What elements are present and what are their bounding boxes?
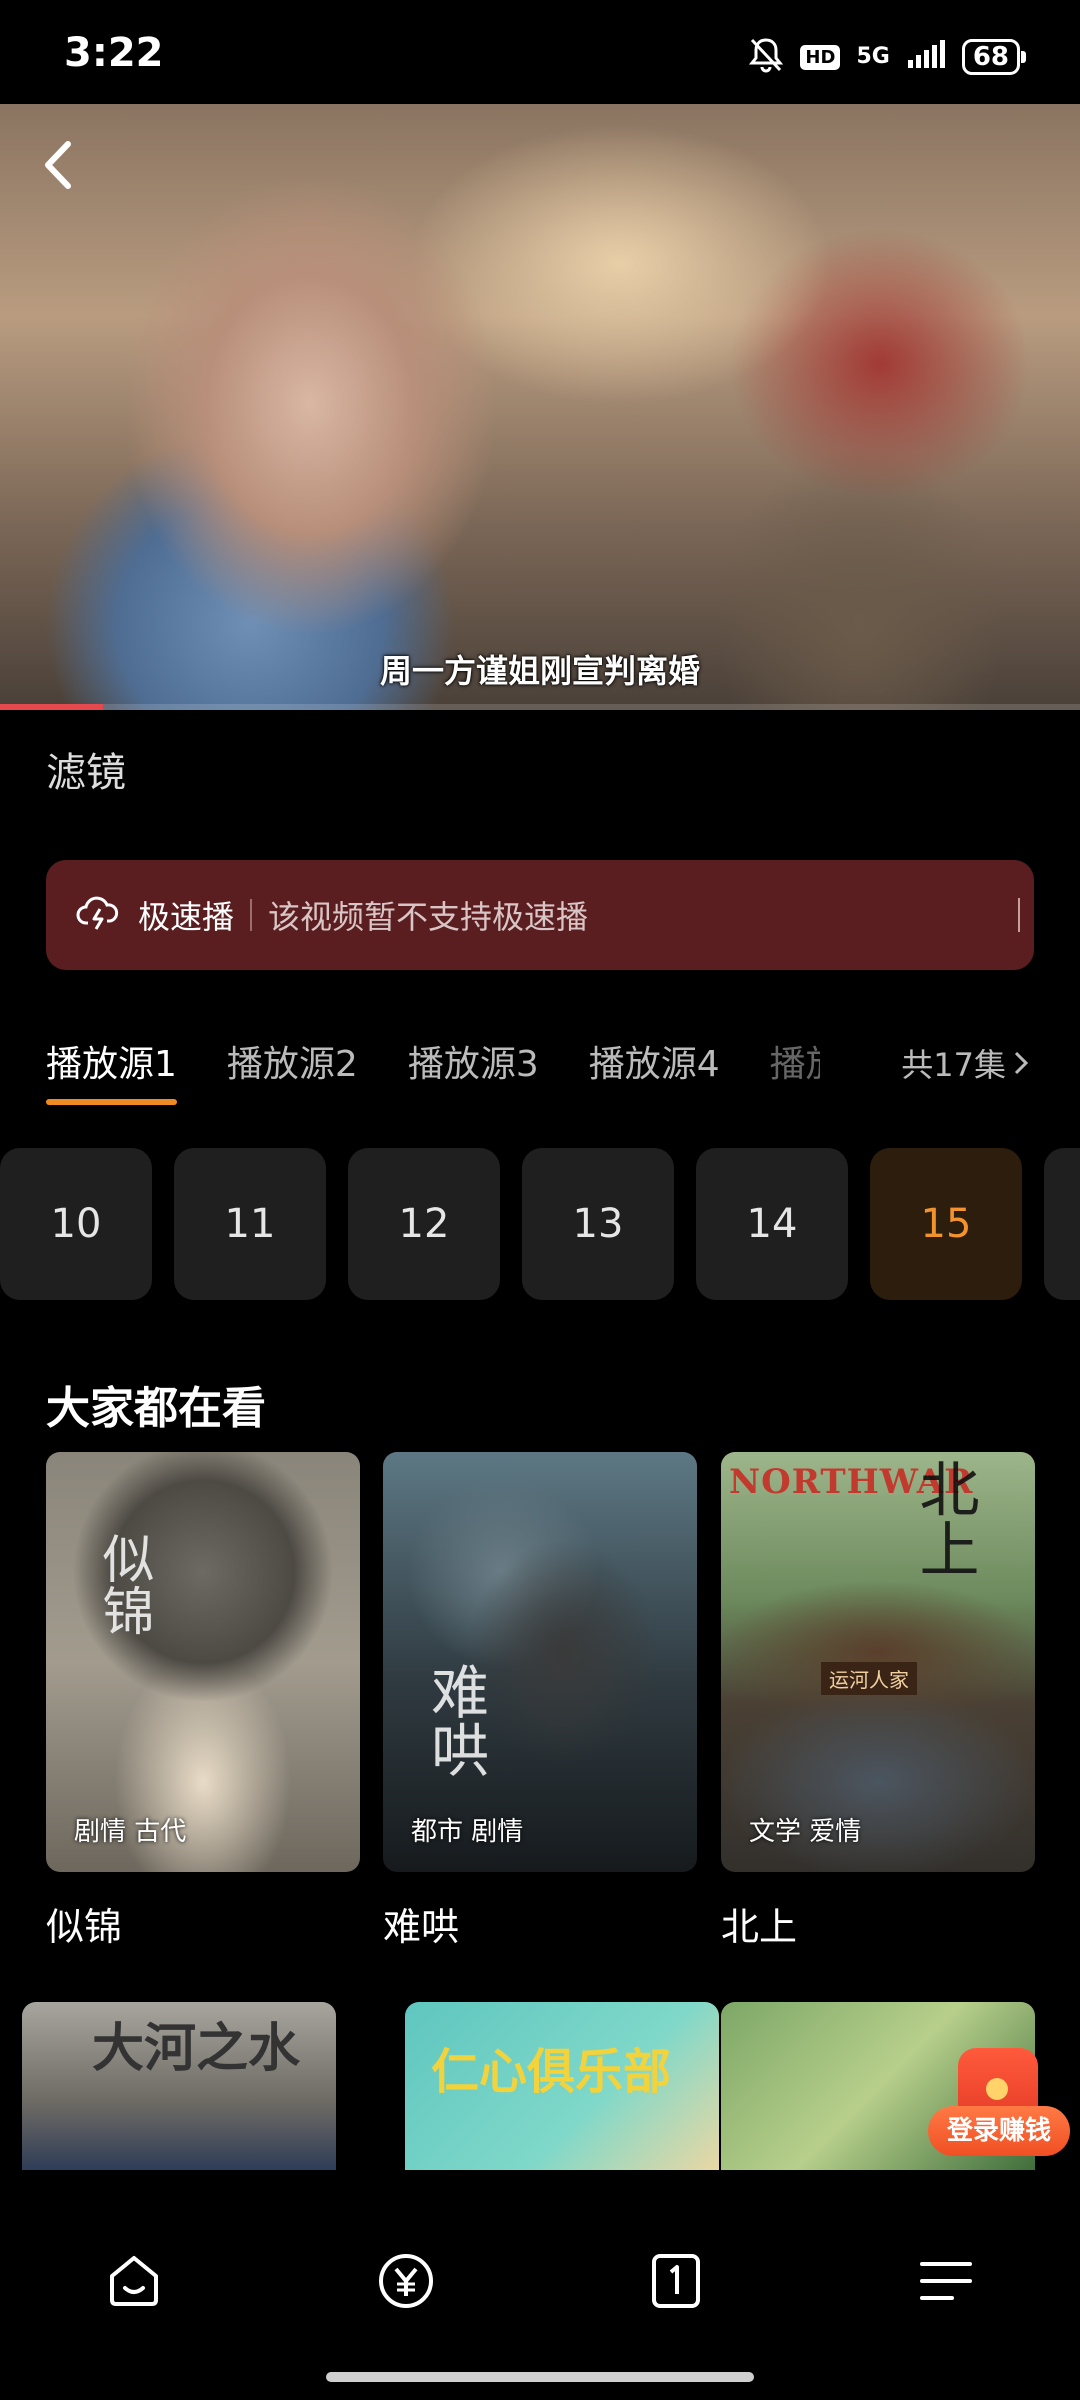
tab-source-1[interactable]: 播放源1 [46, 1035, 177, 1105]
episode-10[interactable]: 10 [0, 1148, 152, 1300]
status-icons: HD 5G 68 [748, 36, 1027, 78]
card-tags: 剧情 古代 [74, 1817, 187, 1847]
poster-card[interactable]: 难哄 都市 剧情 [383, 1452, 697, 1872]
login-earn-badge[interactable]: 登录赚钱 [928, 2048, 1070, 2178]
tab-source-4[interactable]: 播放源4 [589, 1035, 720, 1087]
poster-title-art: 大河之水 [92, 2018, 301, 2079]
poster-sign: 运河人家 [821, 1662, 917, 1695]
speed-play-title: 极速播 [138, 898, 235, 936]
hd-badge: HD [800, 44, 841, 70]
home-icon [110, 2256, 158, 2306]
menu-icon [920, 2262, 972, 2300]
poster-card[interactable]: 仁心俱乐部 [405, 2002, 719, 2170]
nav-earn[interactable] [376, 2250, 436, 2312]
poster-card[interactable]: 大河之水 [22, 2002, 336, 2170]
tab-source-2[interactable]: 播放源2 [227, 1035, 358, 1087]
episode-13[interactable]: 13 [522, 1148, 674, 1300]
episode-count-button[interactable]: 共17集 [901, 1040, 1030, 1086]
video-player[interactable] [0, 104, 1080, 710]
video-subtitle: 周一方谨姐刚宣判离婚 [379, 652, 700, 690]
poster-calligraphy: 北上 [909, 1458, 979, 1578]
nav-tab-count[interactable] [646, 2250, 706, 2312]
cloud-lightning-icon [76, 893, 120, 937]
episode-11[interactable]: 11 [174, 1148, 326, 1300]
divider [1018, 898, 1020, 932]
nav-menu[interactable] [916, 2250, 976, 2312]
episode-15[interactable]: 15 [870, 1148, 1022, 1300]
home-indicator[interactable] [326, 2372, 754, 2382]
card-title[interactable]: 似锦 [46, 1896, 122, 1951]
episode-list: 10 11 12 13 14 15 [0, 1148, 1080, 1302]
card-tags: 文学 爱情 [749, 1817, 862, 1847]
poster-calligraphy: 难哄 [421, 1662, 489, 1778]
episode-next-partial[interactable] [1044, 1148, 1080, 1300]
card-title[interactable]: 北上 [721, 1896, 797, 1951]
progress-fill [0, 704, 103, 710]
tab-switcher-icon [652, 2254, 700, 2308]
section-title: 大家都在看 [46, 1383, 266, 1434]
card-title[interactable]: 难哄 [383, 1896, 459, 1951]
battery-indicator: 68 [961, 39, 1027, 75]
tab-source-5[interactable]: 播放 [770, 1035, 820, 1087]
signal-icon [906, 40, 946, 74]
yen-coin-icon [379, 2254, 433, 2308]
speed-play-message: 该视频暂不支持极速播 [268, 898, 589, 936]
login-earn-label: 登录赚钱 [928, 2106, 1070, 2156]
nav-home[interactable] [104, 2250, 164, 2312]
chevron-left-icon [45, 141, 71, 189]
network-type: 5G [856, 44, 890, 69]
bell-off-icon [748, 36, 784, 78]
back-button[interactable] [30, 130, 90, 200]
card-tags: 都市 剧情 [411, 1817, 524, 1847]
poster-calligraphy: 似锦 [93, 1532, 153, 1636]
poster-card[interactable]: 似锦 剧情 古代 [46, 1452, 360, 1872]
speed-play-banner[interactable]: 极速播 该视频暂不支持极速播 [46, 860, 1034, 970]
episode-count: 共17集 [901, 1046, 1006, 1084]
divider [250, 899, 253, 931]
chevron-right-icon [1014, 1051, 1029, 1075]
poster-card[interactable]: NORTHWAR 北上 运河人家 文学 爱情 [721, 1452, 1035, 1872]
filter-label[interactable]: 滤镜 [46, 740, 126, 798]
status-time: 3:22 [64, 30, 164, 76]
episode-14[interactable]: 14 [696, 1148, 848, 1300]
poster-title-art: 仁心俱乐部 [431, 2044, 672, 2100]
episode-12[interactable]: 12 [348, 1148, 500, 1300]
tab-source-3[interactable]: 播放源3 [408, 1035, 539, 1087]
source-tabs: 播放源1 播放源2 播放源3 播放源4 播放 [46, 1035, 820, 1105]
progress-track[interactable] [0, 704, 1080, 710]
